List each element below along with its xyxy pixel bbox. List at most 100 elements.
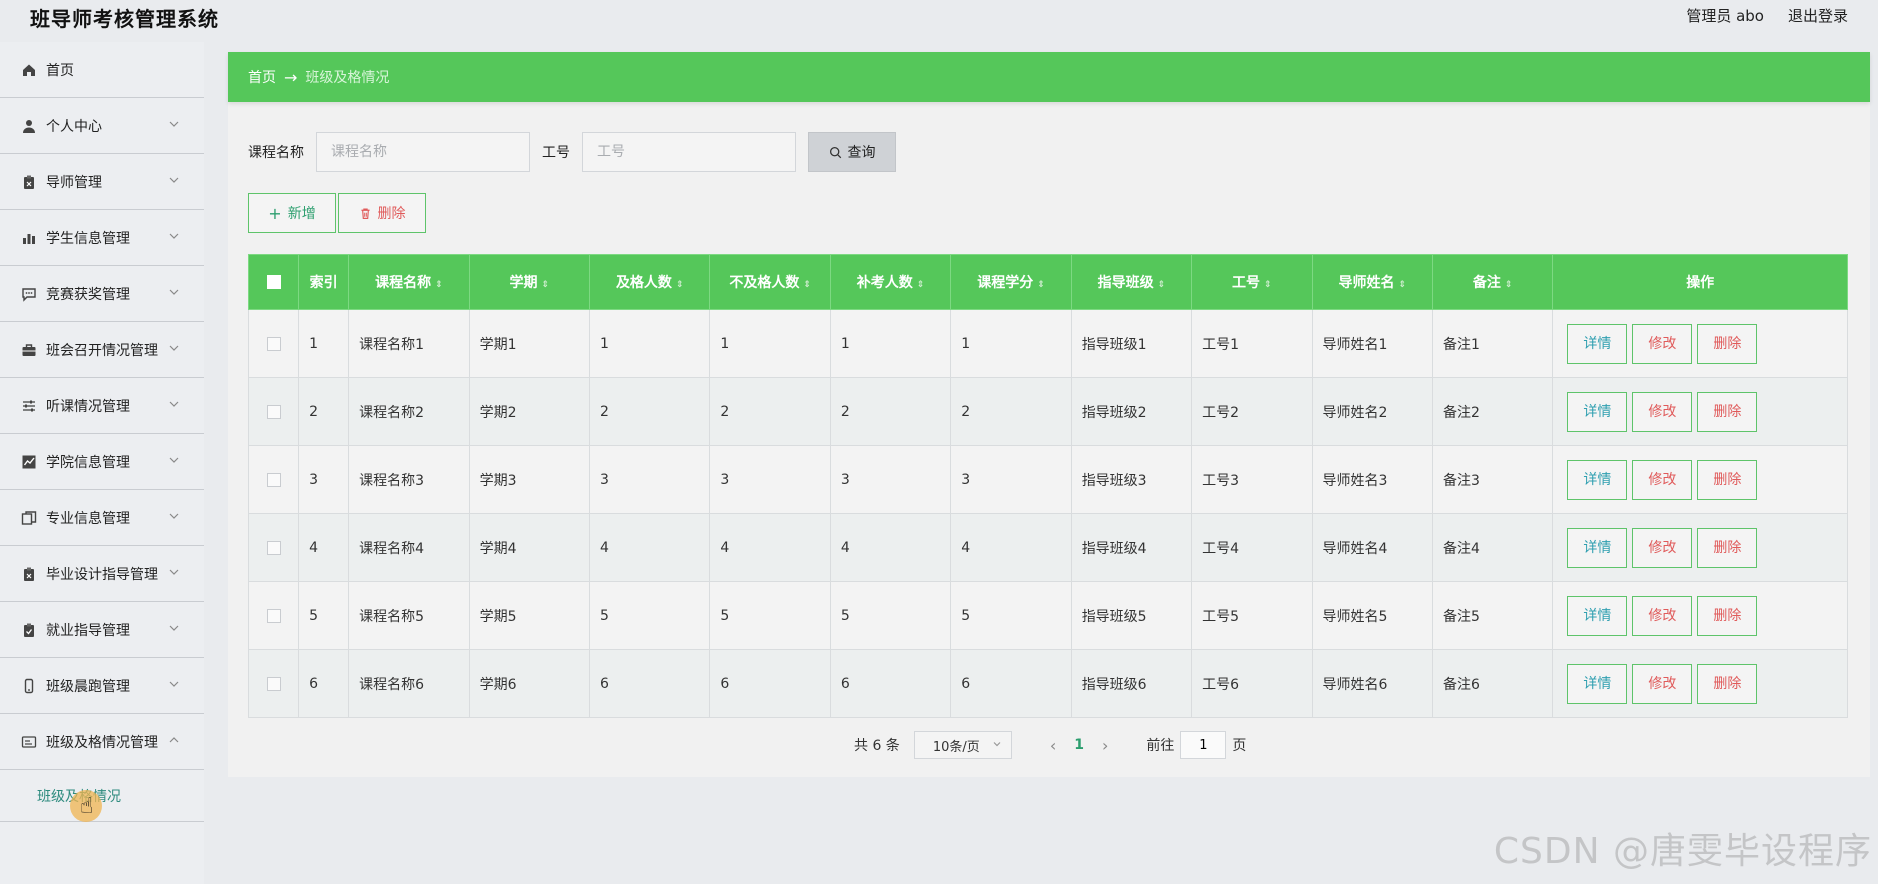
row-checkbox[interactable] [247,581,300,650]
column-header-2[interactable]: 课程名称 ⇕ [348,254,470,310]
edit-button[interactable]: 修改 [1632,595,1693,636]
column-header-7[interactable]: 课程学分 ⇕ [950,254,1072,310]
page-size-select[interactable]: 10条/页 [913,731,1012,759]
sort-icon[interactable]: ⇕ [1398,280,1406,290]
sidebar-item-9[interactable]: 专业信息管理 [0,490,204,546]
detail-button[interactable]: 详情 [1567,323,1628,364]
delete-button[interactable]: 删除 [1697,323,1758,364]
breadcrumb-home[interactable]: 首页 [248,67,276,87]
delete-button[interactable]: 删除 [1697,527,1758,568]
detail-button[interactable]: 详情 [1567,663,1628,704]
column-header-5[interactable]: 不及格人数 ⇕ [709,254,831,310]
briefcase-icon [20,341,38,359]
sidebar-item-6[interactable]: 班会召开情况管理 [0,322,204,378]
edit-button[interactable]: 修改 [1632,527,1693,568]
search-icon [829,146,841,158]
next-page-button[interactable]: › [1102,736,1108,755]
sort-icon[interactable]: ⇕ [1264,280,1272,290]
delete-button[interactable]: 删除 [1697,459,1758,500]
sort-icon[interactable]: ⇕ [1037,280,1045,290]
detail-button[interactable]: 详情 [1567,391,1628,432]
column-header-12: 操作 [1552,254,1848,310]
delete-button[interactable]: 删除 [1697,391,1758,432]
column-header-10[interactable]: 导师姓名 ⇕ [1311,254,1433,310]
table-header-row: 索引 课程名称 ⇕ 学期 ⇕ 及格人数 ⇕ 不及格人数 ⇕ 补考人数 ⇕ 课程学分 ⇕ 指导班级 ⇕ 工号 ⇕ 导… [247,254,1848,310]
goto-page-input[interactable] [1180,731,1227,759]
sidebar-item-label: 毕业设计指导管理 [46,566,158,583]
column-header-11[interactable]: 备注 ⇕ [1431,254,1554,310]
query-button[interactable]: 查询 [808,132,896,172]
sort-icon[interactable]: ⇕ [542,280,550,290]
row-checkbox[interactable] [247,649,300,718]
row-checkbox[interactable] [247,445,300,514]
delete-button[interactable]: 删除 [1697,663,1758,704]
sidebar-item-13[interactable]: 班级及格情况管理 [0,714,204,770]
sort-icon[interactable]: ⇕ [1158,280,1166,290]
prev-page-button[interactable]: ‹ [1050,736,1056,755]
column-header-9[interactable]: 工号 ⇕ [1191,254,1313,310]
sort-icon[interactable]: ⇕ [676,280,684,290]
table-cell: 备注2 [1431,377,1554,446]
table-cell: 2 [829,377,952,446]
chevron-down-icon [166,508,182,524]
sidebar-item-label: 班级晨跑管理 [46,678,130,695]
column-header-8[interactable]: 指导班级 ⇕ [1070,254,1193,310]
row-checkbox[interactable] [247,309,300,378]
edit-button[interactable]: 修改 [1632,459,1693,500]
sort-icon[interactable]: ⇕ [803,280,811,290]
current-page-number[interactable]: 1 [1074,737,1084,753]
detail-button[interactable]: 详情 [1567,527,1628,568]
sidebar-item-label: 学生信息管理 [46,230,130,247]
table-cell: 6 [829,649,952,718]
sidebar-item-12[interactable]: 班级晨跑管理 [0,658,204,714]
edit-button[interactable]: 修改 [1632,391,1693,432]
sidebar-item-label: 个人中心 [46,118,102,135]
delete-button[interactable]: 删除 [1697,595,1758,636]
column-header-4[interactable]: 及格人数 ⇕ [588,254,711,310]
sidebar-item-11[interactable]: 就业指导管理 [0,602,204,658]
logout-link[interactable]: 退出登录 [1788,5,1848,26]
course-name-input[interactable] [316,132,530,172]
detail-button[interactable]: 详情 [1567,595,1628,636]
chevron-down-icon [166,284,182,300]
column-header-6[interactable]: 补考人数 ⇕ [829,254,952,310]
course-name-label: 课程名称 [248,145,304,161]
table-cell: 导师姓名6 [1311,649,1433,718]
row-checkbox[interactable] [247,377,300,446]
batch-delete-button[interactable]: 删除 [338,193,426,233]
sort-icon[interactable]: ⇕ [435,280,443,290]
table-cell: 4 [709,513,831,582]
sidebar-item-4[interactable]: 学生信息管理 [0,210,204,266]
table-row: 1 课程名称1 学期1 1 1 1 1 指导班级1 工号1 导师姓名1 备注1 详情 修改 删除 [247,309,1848,378]
table-cell: 指导班级4 [1070,513,1193,582]
sidebar-subitem-pass-status[interactable]: 班级及格情况☝ [0,770,204,822]
table-cell: 3 [588,445,711,514]
detail-button[interactable]: 详情 [1567,459,1628,500]
sidebar-item-5[interactable]: 竞赛获奖管理 [0,266,204,322]
table-cell: 1 [298,309,350,378]
sidebar-item-1[interactable]: 首页 [0,42,204,98]
sidebar-item-8[interactable]: 学院信息管理 [0,434,204,490]
edit-button[interactable]: 修改 [1632,323,1693,364]
column-header-3[interactable]: 学期 ⇕ [468,254,591,310]
edit-button[interactable]: 修改 [1632,663,1693,704]
phone-icon [20,677,38,695]
table-row: 4 课程名称4 学期4 4 4 4 4 指导班级4 工号4 导师姓名4 备注4 详情 修改 删除 [247,513,1848,582]
sidebar-item-10[interactable]: 毕业设计指导管理 [0,546,204,602]
user-label[interactable]: 管理员 abo [1686,5,1764,26]
sidebar-item-2[interactable]: 个人中心 [0,98,204,154]
sort-icon[interactable]: ⇕ [917,280,925,290]
row-checkbox[interactable] [247,513,300,582]
table-cell: 学期1 [468,309,591,378]
sort-icon[interactable]: ⇕ [1505,280,1513,290]
sidebar-item-label: 竞赛获奖管理 [46,286,130,303]
table-cell: 6 [709,649,831,718]
sidebar-item-3[interactable]: 导师管理 [0,154,204,210]
employee-id-input[interactable] [582,132,796,172]
table-cell: 2 [588,377,711,446]
select-all-checkbox[interactable] [247,254,300,310]
pagination: 共 6 条 10条/页 ‹ 1 › 前往 页 [854,731,1246,759]
sidebar-item-7[interactable]: 听课情况管理 [0,378,204,434]
hand-cursor-icon: ☝ [80,794,94,819]
add-button[interactable]: + 新增 [248,193,336,233]
